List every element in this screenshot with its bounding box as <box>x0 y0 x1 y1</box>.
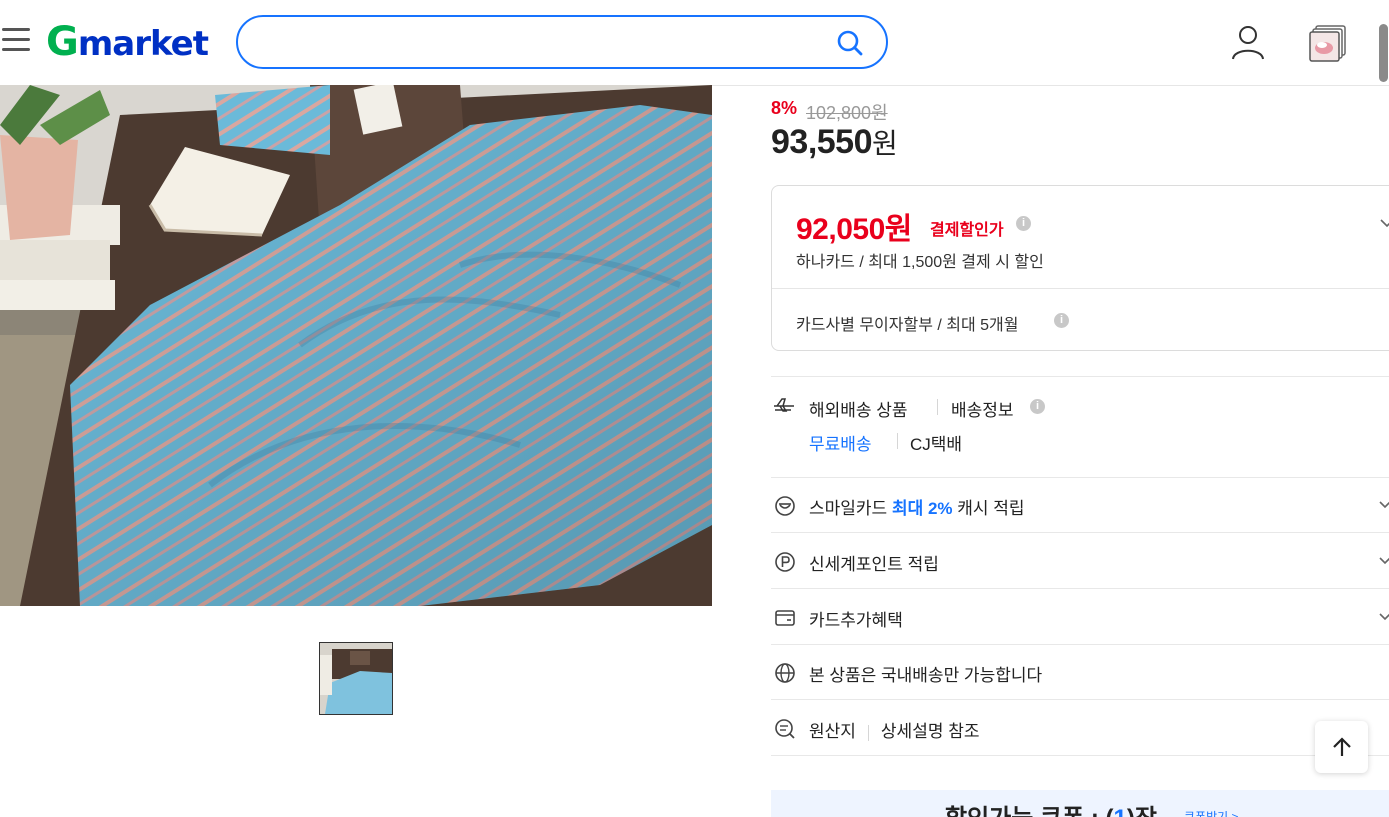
divider <box>937 399 938 415</box>
coupon-link[interactable]: 쿠폰받기 > <box>1184 808 1239 817</box>
user-icon[interactable] <box>1228 22 1268 62</box>
airplane-icon <box>774 398 794 412</box>
coupon-count: 1 <box>1113 805 1126 817</box>
chevron-down-icon[interactable] <box>1379 499 1389 511</box>
product-main-image <box>0 85 712 606</box>
origin-search-icon <box>775 719 795 739</box>
origin-row: 원산지 상세설명 참조 <box>771 701 1389 756</box>
cashback-highlight: 최대 2% <box>891 499 953 518</box>
coupon-text: 할인가능 쿠폰 : ( <box>945 805 1113 817</box>
menu-icon[interactable] <box>0 26 32 54</box>
scroll-top-button[interactable] <box>1315 721 1368 773</box>
benefit-text: 신세계포인트 적립 <box>809 555 939 574</box>
carrier-label: CJ택배 <box>910 435 963 454</box>
globe-icon <box>775 663 795 683</box>
divider <box>772 288 1389 289</box>
info-icon[interactable]: i <box>1054 313 1069 328</box>
chevron-down-icon[interactable] <box>1379 555 1389 567</box>
search-input[interactable] <box>260 27 834 59</box>
search-icon[interactable] <box>836 29 864 57</box>
discount-rate: 8% <box>771 98 798 118</box>
smile-card-row[interactable]: 스마일카드 최대 2% 캐시 적립 <box>771 478 1389 533</box>
overseas-shipping-label: 해외배송 상품 <box>809 401 908 420</box>
recent-items-icon[interactable] <box>1308 24 1348 64</box>
gmarket-logo[interactable]: Gmarket <box>46 20 209 66</box>
chevron-down-icon[interactable] <box>1380 216 1389 230</box>
scrollbar[interactable] <box>1379 24 1388 82</box>
chevron-down-icon[interactable] <box>1379 611 1389 623</box>
free-shipping-label: 무료배송 <box>809 435 872 454</box>
shipping-info-label[interactable]: 배송정보 <box>951 396 1014 421</box>
card-discount-box[interactable]: 92,050원 결제할인가 i 하나카드 / 최대 1,500원 결제 시 할인… <box>771 185 1389 351</box>
card-benefit-row[interactable]: 카드추가혜택 <box>771 590 1389 645</box>
sale-price: 93,550원 <box>771 123 898 161</box>
benefit-text: 본 상품은 국내배송만 가능합니다 <box>809 666 1043 685</box>
card-icon <box>775 610 795 626</box>
divider <box>867 724 869 741</box>
smile-card-icon <box>775 496 795 516</box>
shinsegae-point-row[interactable]: 신세계포인트 적립 <box>771 534 1389 589</box>
header: Gmarket <box>0 0 1389 86</box>
payment-discount-price: 92,050원 <box>796 213 912 246</box>
product-thumbnail[interactable] <box>319 642 393 715</box>
arrow-up-icon <box>1333 737 1351 756</box>
origin-label: 원산지 <box>809 722 856 741</box>
divider <box>897 433 898 449</box>
divider <box>771 376 1389 377</box>
benefit-text: 스마일카드 <box>809 499 892 518</box>
domestic-shipping-row: 본 상품은 국내배송만 가능합니다 <box>771 645 1389 700</box>
origin-value: 상세설명 참조 <box>880 722 980 741</box>
coupon-banner[interactable]: 할인가능 쿠폰 : (1)장 쿠폰받기 > <box>771 790 1389 817</box>
payment-discount-label: 결제할인가 <box>930 222 1004 239</box>
search-bar <box>236 15 888 69</box>
point-icon <box>775 552 795 572</box>
info-icon[interactable]: i <box>1030 399 1045 414</box>
installment-text: 카드사별 무이자할부 / 최대 5개월 <box>796 317 1019 334</box>
info-icon[interactable]: i <box>1016 216 1031 231</box>
benefit-text: 캐시 적립 <box>952 499 1025 518</box>
benefit-text: 카드추가혜택 <box>809 611 903 630</box>
hana-card-text: 하나카드 / 최대 1,500원 결제 시 할인 <box>796 254 1044 271</box>
coupon-text: )장 <box>1127 805 1157 817</box>
